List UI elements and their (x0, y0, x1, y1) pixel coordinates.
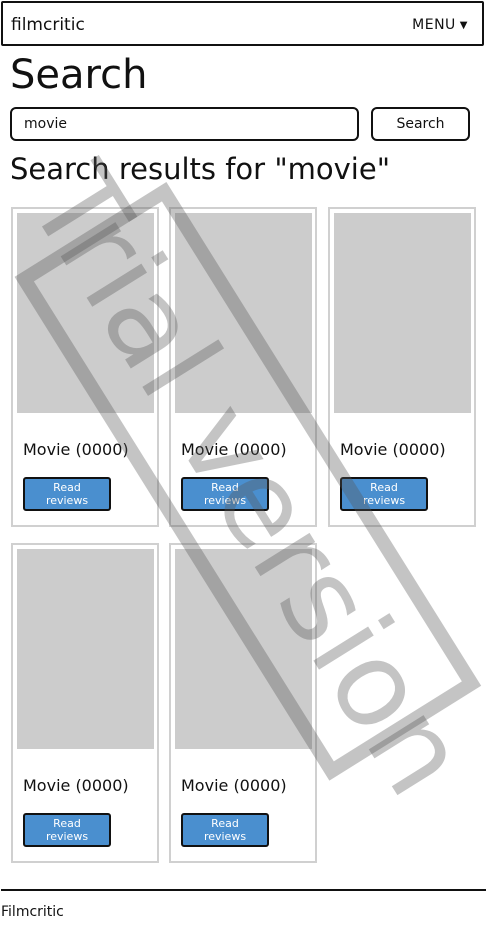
read-reviews-button[interactable]: Read reviews (23, 813, 111, 847)
movie-card: Movie (0000) Read reviews (11, 207, 159, 527)
movie-title: Movie (0000) (181, 440, 287, 459)
menu-button[interactable]: MENU ▼ (412, 17, 468, 33)
search-input[interactable] (10, 107, 359, 141)
read-reviews-button[interactable]: Read reviews (340, 477, 428, 511)
read-reviews-button[interactable]: Read reviews (23, 477, 111, 511)
movie-poster-placeholder[interactable] (17, 213, 154, 413)
footer-divider (1, 889, 486, 891)
page-title: Search (10, 52, 148, 98)
brand-logo-text[interactable]: filmcritic (11, 15, 85, 35)
caret-down-icon: ▼ (459, 20, 468, 31)
movie-title: Movie (0000) (340, 440, 446, 459)
movie-card: Movie (0000) Read reviews (169, 207, 317, 527)
movie-poster-placeholder[interactable] (17, 549, 154, 749)
movie-title: Movie (0000) (23, 440, 129, 459)
movie-poster-placeholder[interactable] (175, 549, 312, 749)
movie-card: Movie (0000) Read reviews (169, 543, 317, 863)
top-navbar: filmcritic MENU ▼ (1, 1, 484, 46)
read-reviews-button[interactable]: Read reviews (181, 813, 269, 847)
movie-poster-placeholder[interactable] (334, 213, 471, 413)
movie-poster-placeholder[interactable] (175, 213, 312, 413)
movie-card: Movie (0000) Read reviews (11, 543, 159, 863)
read-reviews-button[interactable]: Read reviews (181, 477, 269, 511)
movie-title: Movie (0000) (181, 776, 287, 795)
movie-title: Movie (0000) (23, 776, 129, 795)
movie-card: Movie (0000) Read reviews (328, 207, 476, 527)
menu-label: MENU (412, 17, 456, 33)
footer-text: Filmcritic (1, 904, 64, 920)
results-heading: Search results for "movie" (10, 152, 391, 186)
search-button[interactable]: Search (371, 107, 470, 141)
